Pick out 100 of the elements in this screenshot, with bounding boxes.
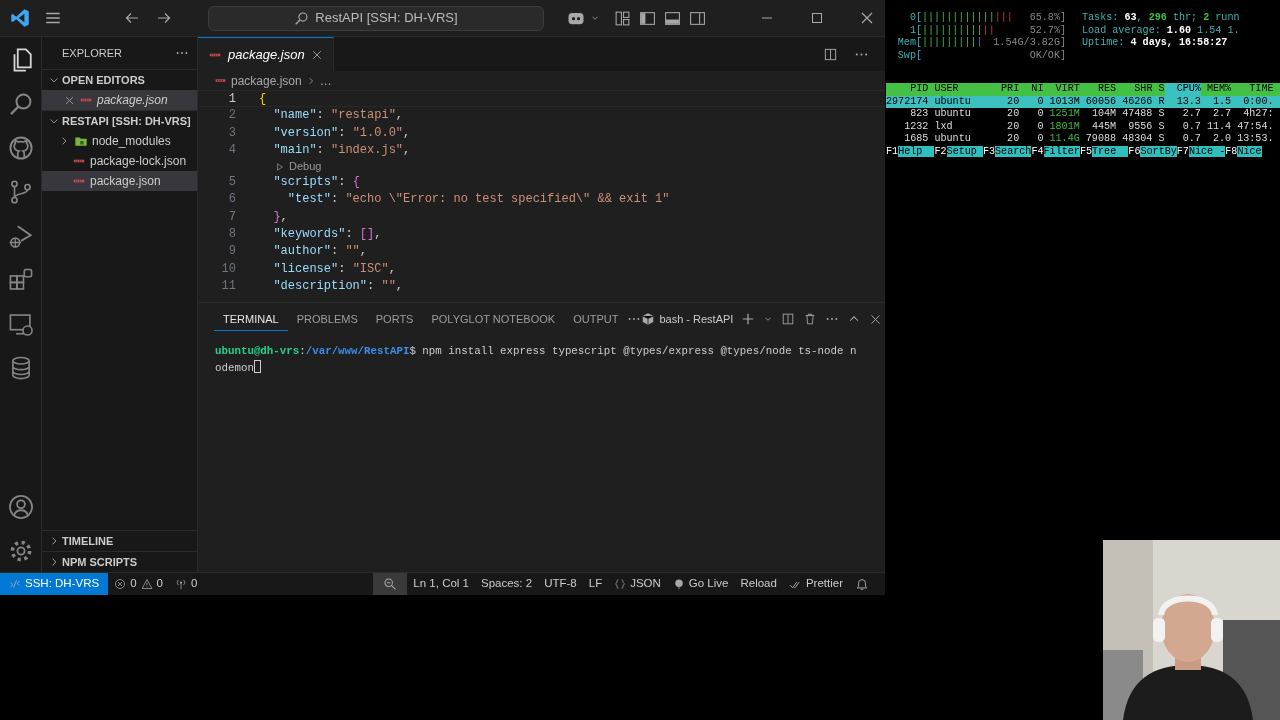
column-header[interactable]: PID <box>886 83 929 96</box>
column-header[interactable]: CPU% <box>1164 83 1201 96</box>
new-terminal-icon[interactable] <box>741 312 756 326</box>
maximize-button[interactable] <box>809 10 825 26</box>
meter-reading: 65.8%] <box>1029 12 1066 25</box>
column-header[interactable]: MEM% <box>1200 83 1232 96</box>
forward-arrow-icon[interactable] <box>156 10 172 26</box>
breadcrumb-item[interactable]: … <box>319 71 332 90</box>
back-arrow-icon[interactable] <box>124 10 140 26</box>
close-icon[interactable] <box>869 312 883 326</box>
meter-reading: 1.54G/3.82G] <box>993 37 1066 50</box>
panel-toggle-icon[interactable] <box>664 9 681 27</box>
code-line: "license": "ISC", <box>272 260 396 278</box>
secondary-sidebar-icon[interactable] <box>689 9 706 27</box>
warning-icon <box>140 578 153 590</box>
line-number: 9 <box>227 243 236 261</box>
section-title: RESTAPI [SSH: DH-VRS] <box>62 113 191 129</box>
panel-tab[interactable]: OUTPUT <box>564 306 628 332</box>
meter-label: Mem[ <box>896 37 922 50</box>
file-tree-item[interactable]: package.json <box>42 171 197 191</box>
search-icon[interactable] <box>7 91 34 117</box>
panel-tab[interactable]: PORTS <box>366 306 423 332</box>
meter-reading: OK/OK] <box>1029 49 1066 63</box>
language-mode[interactable]: JSON <box>608 573 667 595</box>
process-row[interactable]: 823 ubuntu 20 0 1251M 104M 47488 S 2.7 2.7 4h27: <box>886 108 1280 121</box>
split-editor-icon[interactable] <box>823 46 838 62</box>
status-item[interactable]: Ln 1, Col 1 <box>407 573 475 595</box>
file-name: node_modules <box>92 133 171 150</box>
ports-indicator[interactable]: 0 <box>168 573 204 595</box>
debug-link[interactable]: Debug <box>275 158 322 175</box>
column-header[interactable]: TIME <box>1231 83 1274 96</box>
process-row[interactable]: 1685 ubuntu 20 0 11.4G 79088 48304 S 0.7 2.0 13:53. <box>886 133 1280 146</box>
layout-icon[interactable] <box>614 9 631 27</box>
notification-icon[interactable] <box>855 577 869 591</box>
section-title: OPEN EDITORS <box>62 72 145 88</box>
account-icon[interactable] <box>7 494 34 520</box>
column-header[interactable]: NI <box>1019 83 1044 96</box>
app-logo-icon <box>10 8 30 28</box>
close-button[interactable] <box>859 10 875 26</box>
code-line: "scripts": { <box>272 174 360 192</box>
go-live-button[interactable]: Go Live <box>666 573 735 595</box>
code-line: "main": "index.js", <box>272 141 411 159</box>
command-center[interactable]: RestAPI [SSH: DH-VRS] <box>208 5 544 31</box>
code-line: "description": "", <box>272 277 404 295</box>
line-number: 7 <box>227 208 236 226</box>
section-header[interactable]: TIMELINE <box>42 530 197 551</box>
status-item[interactable]: LF <box>582 573 609 595</box>
process-row[interactable]: 1232 lxd 20 0 1801M 445M 9556 S 0.7 11.4 47:54. <box>886 120 1280 134</box>
file-name: package-lock.json <box>90 153 187 170</box>
section-header[interactable]: RESTAPI [SSH: DH-VRS] <box>42 110 197 131</box>
error-icon <box>114 578 127 590</box>
prettier-status[interactable]: Prettier <box>782 573 849 595</box>
cat-logo-icon[interactable] <box>7 135 34 161</box>
line-number: 1 <box>227 91 236 107</box>
search-icon <box>294 10 310 26</box>
column-header[interactable]: RES <box>1079 83 1117 96</box>
zoom-icon[interactable] <box>383 577 398 591</box>
line-number: 10 <box>220 260 236 278</box>
close-icon[interactable] <box>64 94 75 106</box>
sidebar-toggle-icon[interactable] <box>639 9 656 27</box>
panel-tab[interactable]: POLYGLOT NOTEBOOK <box>422 306 565 332</box>
editor-tab[interactable]: package.json <box>198 37 334 71</box>
file-tree-item[interactable]: node_modules <box>42 131 197 151</box>
file-tree-item[interactable]: package.json <box>42 90 197 110</box>
system-info-line: Uptime: 4 days, 16:58:27 <box>1082 37 1229 50</box>
status-item[interactable]: Reload <box>734 573 783 595</box>
problems-indicator[interactable]: 0 0 <box>108 573 169 595</box>
column-header[interactable]: VIRT <box>1043 83 1080 96</box>
line-number: 5 <box>227 174 236 192</box>
meter-bar-text: |||||||||| <box>922 37 983 49</box>
panel-tab[interactable]: PROBLEMS <box>287 306 367 332</box>
code-line: }, <box>272 208 288 226</box>
line-number: 4 <box>227 141 236 159</box>
terminal-selector[interactable]: bash - RestAPI <box>641 310 734 328</box>
remote-indicator[interactable]: SSH: DH-VRS <box>0 573 109 595</box>
column-header[interactable]: SHR <box>1116 83 1153 96</box>
status-item[interactable]: Spaces: 2 <box>475 573 539 595</box>
code-line: "author": "", <box>272 243 368 261</box>
column-header[interactable]: USER <box>928 83 989 96</box>
panel-tab[interactable]: TERMINAL <box>214 306 288 332</box>
play-bug-icon[interactable] <box>7 223 34 249</box>
code-line: { <box>258 91 267 107</box>
terminal-cursor <box>253 359 261 373</box>
line-number: 2 <box>227 107 236 125</box>
column-header[interactable]: S <box>1152 83 1165 96</box>
system-info-line: Tasks: 63, 296 thr; 2 runn <box>1082 12 1240 25</box>
column-header[interactable]: PRI <box>988 83 1020 96</box>
code-line: "version": "1.0.0", <box>272 124 411 142</box>
status-item[interactable]: UTF-8 <box>538 573 583 595</box>
meter-label: 0[ <box>908 12 922 25</box>
antenna-icon <box>174 578 187 590</box>
close-icon[interactable] <box>310 48 323 61</box>
monitor-icon[interactable] <box>7 311 34 337</box>
split-terminal-icon[interactable] <box>781 312 796 326</box>
broadcast-icon <box>672 578 685 590</box>
terminal-icon <box>641 312 656 326</box>
breadcrumb-item[interactable]: package.json <box>231 71 302 90</box>
file-tree-item[interactable]: package-lock.json <box>42 151 197 171</box>
extensions-icon[interactable] <box>7 267 34 293</box>
play-icon <box>275 161 285 172</box>
